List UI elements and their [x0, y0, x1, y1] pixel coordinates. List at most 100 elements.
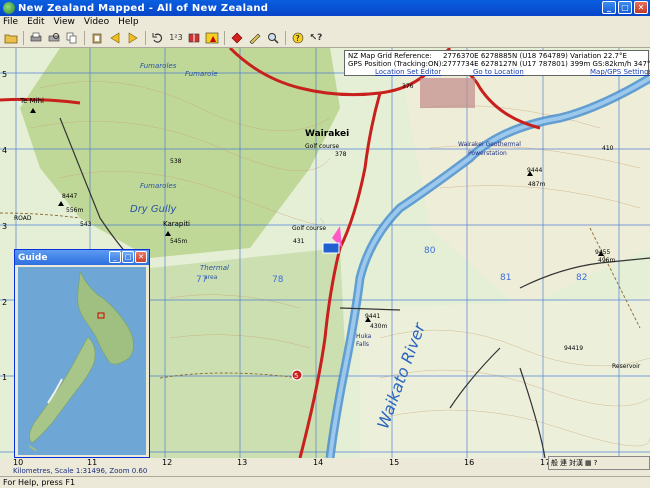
grid-78: 78 — [272, 275, 284, 285]
menu-help[interactable]: Help — [118, 17, 139, 27]
label-peak-94419: 94419 — [564, 345, 583, 352]
go-to-location-link[interactable]: Go to Location — [473, 68, 524, 76]
ruler-10: 10 — [13, 458, 24, 467]
app-icon — [3, 2, 15, 14]
scale-text: Kilometres, Scale 1:31496, Zoom 0.60 — [13, 467, 148, 475]
label-fumaroles-2: Fumaroles — [140, 182, 177, 190]
guide-minimize-button[interactable]: _ — [109, 251, 121, 263]
coordinate-info-panel: NZ Map Grid Reference: 2776370E 6278885N… — [344, 50, 650, 76]
vertical-scale: 5 4 3 2 1 — [0, 48, 10, 458]
label-golf-course-1: Golf course — [305, 143, 339, 150]
ruler-14: 14 — [313, 458, 324, 467]
context-help-icon[interactable]: ↖? — [308, 30, 324, 46]
window-title: New Zealand Mapped - All of New Zealand — [18, 2, 269, 14]
label-peak-8447: 8447 — [62, 193, 77, 200]
guide-title: Guide — [18, 252, 48, 263]
clipboard-icon[interactable] — [89, 30, 105, 46]
gps-position-label: GPS Position (Tracking:ON): — [348, 60, 444, 68]
label-376: 376 — [402, 83, 414, 90]
vscale-4: 4 — [2, 146, 8, 155]
grid-ref-label: NZ Map Grid Reference: — [348, 52, 432, 60]
menu-edit[interactable]: Edit — [27, 17, 44, 27]
label-golf-course-2: Golf course — [292, 225, 326, 232]
print-preview-icon[interactable] — [46, 30, 62, 46]
minimize-button[interactable]: _ — [602, 1, 616, 14]
label-te-mihi: Te Mihi — [19, 97, 44, 105]
label-geothermal: Wairakei Geothermal — [458, 141, 521, 148]
ruler-13: 13 — [237, 458, 248, 467]
forward-arrow-icon[interactable] — [125, 30, 141, 46]
grid-81: 81 — [500, 273, 511, 283]
menu-file[interactable]: File — [3, 17, 18, 27]
guide-title-bar[interactable]: Guide _ □ ✕ — [15, 250, 149, 265]
label-543: 543 — [80, 221, 92, 228]
vscale-3: 3 — [2, 222, 8, 231]
ime-pad-icon[interactable]: ▦ — [585, 459, 592, 467]
ime-mode-3[interactable]: 対漢 — [569, 458, 583, 468]
ime-toolbar[interactable]: 般 連 対漢 ▦ ? — [548, 456, 650, 470]
stop-icon[interactable] — [229, 30, 245, 46]
label-wairakei: Wairakei — [305, 129, 349, 139]
undo-icon[interactable] — [150, 30, 166, 46]
vscale-2: 2 — [2, 298, 8, 307]
label-karapiti-height: 545m — [170, 238, 187, 245]
print-icon[interactable] — [28, 30, 44, 46]
label-dry-gully: Dry Gully — [130, 204, 178, 215]
label-378: 378 — [335, 151, 347, 158]
vscale-1: 1 — [2, 373, 8, 382]
label-peak-8447-h: 556m — [66, 207, 83, 214]
label-fumarole: Fumarole — [185, 70, 218, 78]
status-text: For Help, press F1 — [3, 478, 76, 487]
menu-view[interactable]: View — [54, 17, 75, 27]
status-bar: For Help, press F1 — [0, 476, 650, 488]
maximize-button[interactable]: □ — [618, 1, 632, 14]
menu-video[interactable]: Video — [84, 17, 109, 27]
book-icon[interactable] — [186, 30, 202, 46]
grid-80: 80 — [424, 246, 436, 256]
ruler-12: 12 — [162, 458, 173, 467]
ruler-15: 15 — [389, 458, 400, 467]
label-huka-falls-2: Falls — [356, 341, 369, 348]
label-thermal-area: Thermal — [200, 264, 229, 272]
open-folder-icon[interactable] — [3, 30, 19, 46]
label-powerstation: Powerstation — [468, 150, 507, 157]
map-gps-settings-link[interactable]: Map/GPS Settings — [590, 68, 650, 76]
guide-maximize-button[interactable]: □ — [122, 251, 134, 263]
svg-text:?: ? — [296, 34, 300, 43]
menu-bar: File Edit View Video Help — [0, 16, 650, 28]
ruler-16: 16 — [464, 458, 475, 467]
svg-text:▲: ▲ — [210, 34, 217, 43]
grid-77: 77 — [196, 275, 207, 285]
ime-mode-2[interactable]: 連 — [560, 458, 567, 468]
label-highway-5: 5 — [294, 372, 298, 380]
search-icon[interactable] — [265, 30, 281, 46]
label-peak-9444-h: 487m — [528, 181, 545, 188]
vscale-5: 5 — [2, 70, 8, 79]
grid-ref-value: 2776370E 6278885N (U18 764789) Variation… — [443, 52, 627, 60]
alert-icon[interactable]: ▲ — [204, 30, 220, 46]
guide-close-button[interactable]: ✕ — [135, 251, 147, 263]
label-fumaroles: Fumaroles — [140, 62, 177, 70]
label-peak-9441-h: 430m — [370, 323, 387, 330]
window-controls: _ □ ✕ — [602, 1, 648, 14]
overview-map[interactable] — [18, 267, 146, 455]
label-410: 410 — [602, 145, 614, 152]
label-peak-9455-h: 496m — [598, 257, 615, 264]
gps-position-value: 2777734E 6278127N (U17 787801) 399m GS:8… — [443, 60, 650, 68]
grid-82: 82 — [576, 273, 587, 283]
close-button[interactable]: ✕ — [634, 1, 648, 14]
toolbar: 1²3 ▲ ? ↖? — [0, 28, 650, 48]
guide-window: Guide _ □ ✕ — [14, 249, 150, 458]
number-icon[interactable]: 1²3 — [168, 30, 184, 46]
help-icon[interactable]: ? — [290, 30, 306, 46]
ime-mode-1[interactable]: 般 — [551, 458, 558, 468]
location-set-editor-link[interactable]: Location Set Editor — [375, 68, 441, 76]
label-431: 431 — [293, 238, 305, 245]
measure-icon[interactable] — [247, 30, 263, 46]
title-bar: New Zealand Mapped - All of New Zealand … — [0, 0, 650, 16]
label-road: ROAD — [14, 215, 32, 222]
ime-help-icon[interactable]: ? — [594, 459, 598, 467]
label-huka-falls: Huka — [356, 333, 372, 340]
copy-icon[interactable] — [64, 30, 80, 46]
back-arrow-icon[interactable] — [107, 30, 123, 46]
